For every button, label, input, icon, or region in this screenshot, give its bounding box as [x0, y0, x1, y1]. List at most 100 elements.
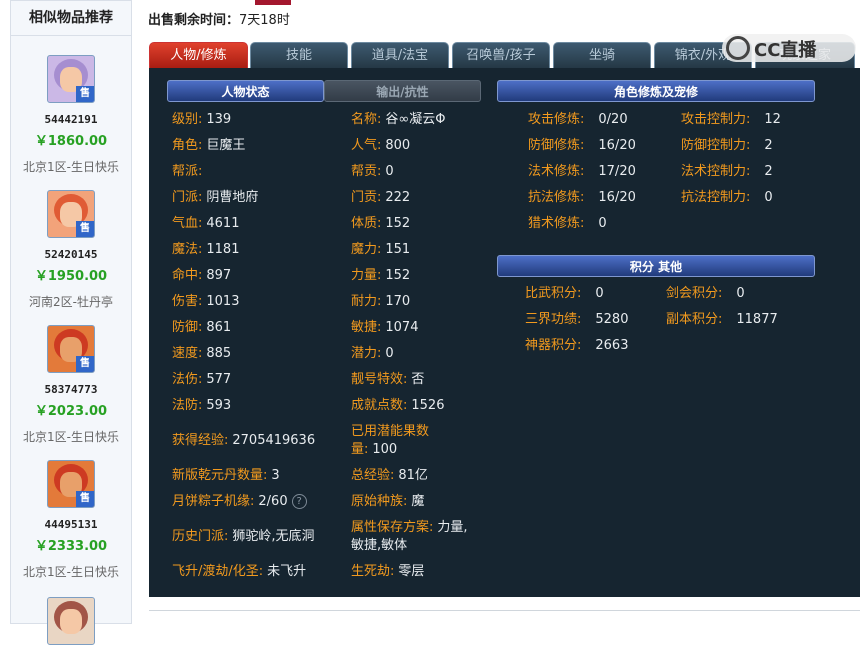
- stat-value: 3: [271, 468, 280, 483]
- tab-character-cultivation[interactable]: 人物/修炼: [149, 42, 248, 68]
- sell-badge: 售: [76, 86, 94, 102]
- item-price: ￥1950.00: [34, 269, 108, 284]
- cc-live-watermark: CC直播: [722, 34, 856, 62]
- stat-value: 未飞升: [267, 564, 307, 579]
- stat-label: 生死劫:: [351, 564, 395, 579]
- stat-field: 抗法控制力: 0: [681, 189, 773, 207]
- help-icon[interactable]: ?: [291, 494, 307, 509]
- stat-field: 法术修炼: 17/20: [528, 163, 636, 181]
- item-server: 北京1区-生日快乐: [23, 160, 119, 174]
- character-thumbnail[interactable]: [47, 597, 95, 645]
- character-thumbnail[interactable]: 售: [47, 55, 95, 103]
- stat-label: 属性保存方案:: [351, 520, 434, 535]
- stat-value: 0/20: [598, 112, 628, 127]
- stat-value: 170: [385, 294, 411, 309]
- stat-value: 1181: [206, 242, 240, 257]
- similar-item-card[interactable]: 售 54442191 ￥1860.00 北京1区-生日快乐: [11, 55, 131, 175]
- stat-value: 2/60: [258, 494, 288, 509]
- stat-label: 魔力:: [351, 242, 382, 257]
- tab-items-treasures[interactable]: 道具/法宝: [351, 42, 449, 68]
- stat-label: 历史门派:: [172, 529, 229, 544]
- item-price: ￥2023.00: [34, 404, 108, 419]
- stat-field: 名称: 谷∞凝云Φ: [351, 111, 445, 129]
- stat-value: 81亿: [398, 468, 428, 483]
- tab-mounts[interactable]: 坐骑: [553, 42, 651, 68]
- stat-value: 861: [206, 320, 232, 335]
- stat-label: 耐力:: [351, 294, 382, 309]
- stat-value: 2: [764, 164, 773, 179]
- stat-field: 魔力: 151: [351, 241, 410, 259]
- stat-field: 伤害: 1013: [172, 293, 239, 311]
- stat-value: 4611: [206, 216, 240, 231]
- stat-field: 猎术修炼: 0: [528, 215, 607, 233]
- character-panel: 人物状态 输出/抗性 角色修炼及宠修 积分 其他 级别: 139 角色: 巨魔王 帮派:…: [149, 68, 860, 597]
- stat-field: 三界功绩: 5280: [525, 311, 628, 329]
- similar-item-card[interactable]: 售 44495131 ￥2333.00 北京1区-生日快乐: [11, 460, 131, 580]
- stat-label: 三界功绩:: [525, 312, 582, 327]
- item-server: 北京1区-生日快乐: [23, 430, 119, 444]
- stat-label: 攻击修炼:: [528, 112, 585, 127]
- item-id: 44495131: [44, 518, 98, 531]
- similar-items-sidebar: 相似物品推荐 售 54442191 ￥1860.00 北京1区-生日快乐 售 5…: [10, 0, 132, 645]
- stat-field: 神器积分: 2663: [525, 337, 628, 355]
- stat-value: 222: [385, 190, 411, 205]
- stat-field: 攻击修炼: 0/20: [528, 111, 628, 129]
- stat-field: 法术控制力: 2: [681, 163, 773, 181]
- stat-value: 100: [372, 442, 398, 457]
- stat-label: 敏捷:: [351, 320, 382, 335]
- stat-label: 门贡:: [351, 190, 382, 205]
- similar-item-card[interactable]: [11, 597, 131, 645]
- stat-value: 0: [385, 346, 394, 361]
- item-id: 54442191: [44, 113, 98, 126]
- stat-field: 门派: 阴曹地府: [172, 189, 258, 207]
- stat-field: 抗法修炼: 16/20: [528, 189, 636, 207]
- stat-field: 成就点数: 1526: [351, 397, 444, 415]
- stat-value: 2: [764, 138, 773, 153]
- stat-value: 否: [411, 372, 425, 387]
- stat-value: 139: [206, 112, 232, 127]
- stat-label: 魔法:: [172, 242, 203, 257]
- stat-field: 历史门派: 狮驼岭,无底洞: [172, 528, 315, 546]
- stat-label: 气血:: [172, 216, 203, 231]
- stat-value: 谷∞凝云Φ: [385, 112, 446, 127]
- stat-label: 潜力:: [351, 346, 382, 361]
- stat-label: 抗法控制力:: [681, 190, 751, 205]
- similar-item-card[interactable]: 售 52420145 ￥1950.00 河南2区-牡丹亭: [11, 190, 131, 310]
- stat-field: 命中: 897: [172, 267, 231, 285]
- stat-field: 魔法: 1181: [172, 241, 239, 259]
- stat-field: 防御: 861: [172, 319, 231, 337]
- sell-badge: 售: [76, 221, 94, 237]
- stat-field: 潜力: 0: [351, 345, 394, 363]
- stat-field: 力量: 152: [351, 267, 410, 285]
- stat-label: 月饼粽子机缘:: [172, 494, 255, 509]
- stat-value: 12: [764, 112, 781, 127]
- stat-value: 152: [385, 216, 411, 231]
- section-points-other: 积分 其他: [497, 255, 815, 277]
- stat-label: 速度:: [172, 346, 203, 361]
- stat-value: 5280: [595, 312, 629, 327]
- tab-pets-children[interactable]: 召唤兽/孩子: [452, 42, 550, 68]
- stat-label: 剑会积分:: [666, 286, 723, 301]
- stat-value: 16/20: [598, 138, 636, 153]
- section-output-resistance[interactable]: 输出/抗性: [324, 80, 481, 102]
- character-thumbnail[interactable]: 售: [47, 460, 95, 508]
- character-thumbnail[interactable]: 售: [47, 325, 95, 373]
- stat-field: 副本积分: 11877: [666, 311, 778, 329]
- stat-label: 神器积分:: [525, 338, 582, 353]
- stat-field: 获得经验: 2705419636: [172, 432, 315, 450]
- stat-field: 级别: 139: [172, 111, 231, 129]
- similar-item-card[interactable]: 售 58374773 ￥2023.00 北京1区-生日快乐: [11, 325, 131, 445]
- stat-field: 防御控制力: 2: [681, 137, 773, 155]
- stat-label: 副本积分:: [666, 312, 723, 327]
- stat-label: 新版乾元丹数量:: [172, 468, 268, 483]
- section-cultivation: 角色修炼及宠修: [497, 80, 815, 102]
- stat-label: 猎术修炼:: [528, 216, 585, 231]
- stat-value: 885: [206, 346, 232, 361]
- section-character-status[interactable]: 人物状态: [167, 80, 324, 102]
- stat-label: 防御修炼:: [528, 138, 585, 153]
- stat-label: 门派:: [172, 190, 203, 205]
- stat-value: 577: [206, 372, 232, 387]
- character-thumbnail[interactable]: 售: [47, 190, 95, 238]
- stat-label: 靓号特效:: [351, 372, 408, 387]
- tab-skills[interactable]: 技能: [250, 42, 348, 68]
